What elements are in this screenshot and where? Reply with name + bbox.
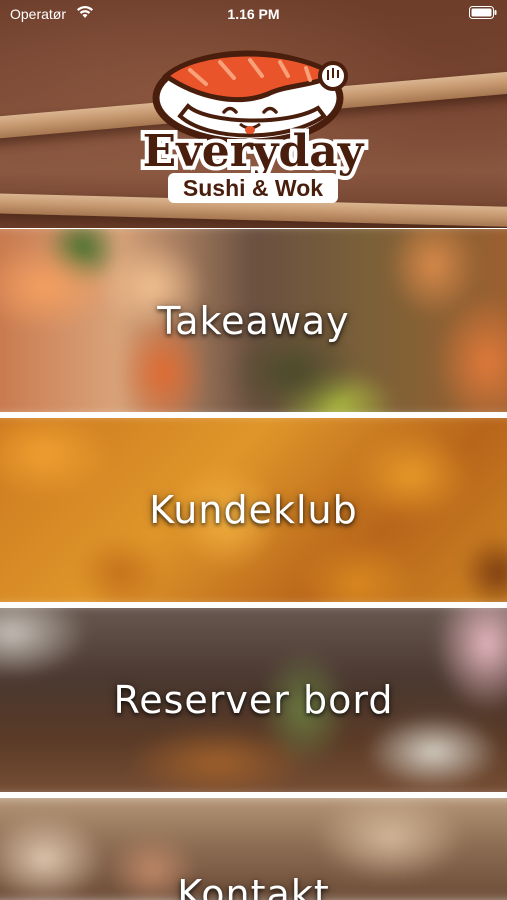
menu-tile-kundeklub[interactable]: Kundeklub	[0, 418, 507, 602]
battery-icon	[469, 6, 497, 19]
logo-title: Everyday	[143, 126, 365, 177]
menu-tile-takeaway[interactable]: Takeaway	[0, 229, 507, 412]
logo-subtitle: Sushi & Wok	[183, 175, 323, 201]
menu-tile-label: Reserver bord	[113, 678, 394, 722]
status-bar: Operatør 1.16 PM	[0, 0, 507, 28]
menu-tile-reserver-bord[interactable]: Reserver bord	[0, 608, 507, 792]
status-time: 1.16 PM	[227, 6, 280, 22]
header-banner: Operatør 1.16 PM Everyday Sushi & Wok	[0, 0, 507, 228]
menu-tile-label: Kontakt	[177, 872, 330, 900]
menu-tile-label: Kundeklub	[149, 488, 358, 532]
menu-tile-kontakt[interactable]: Kontakt	[0, 798, 507, 900]
menu-tile-label: Takeaway	[157, 298, 350, 343]
everyday-sushi-logo: Everyday Sushi & Wok	[139, 50, 369, 203]
